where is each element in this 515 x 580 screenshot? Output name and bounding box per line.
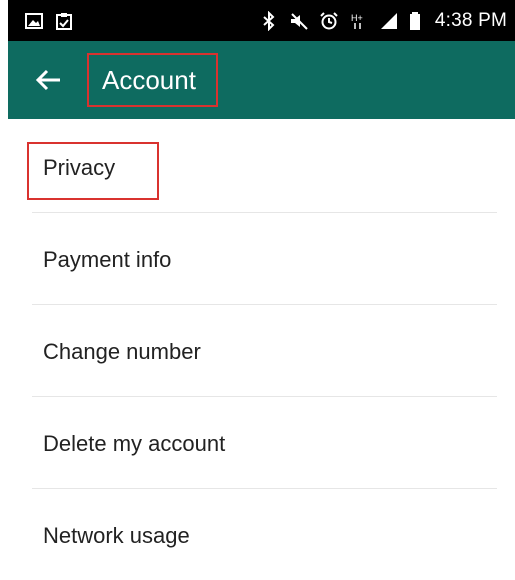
- menu-item-label: Change number: [43, 339, 201, 364]
- status-left-icons: [24, 11, 74, 31]
- h-plus-signal-icon: H+: [349, 11, 369, 31]
- svg-text:H+: H+: [351, 13, 363, 23]
- status-right-icons: H+ 4:38 PM: [259, 6, 507, 36]
- clipboard-icon: [54, 11, 74, 31]
- menu-item-label: Network usage: [43, 523, 190, 548]
- menu-item-label: Payment info: [43, 247, 172, 272]
- page-title: Account: [102, 65, 196, 95]
- mute-icon: [289, 11, 309, 31]
- battery-icon: [409, 11, 421, 31]
- image-icon: [24, 11, 44, 31]
- menu-item-network-usage[interactable]: Network usage: [32, 489, 497, 580]
- menu-item-label: Delete my account: [43, 431, 226, 456]
- menu-item-privacy[interactable]: Privacy: [32, 121, 497, 213]
- account-menu: Privacy Payment info Change number Delet…: [8, 121, 515, 580]
- menu-item-label: Privacy: [43, 155, 116, 180]
- arrow-left-icon[interactable]: [34, 68, 64, 92]
- app-bar: Account: [8, 41, 515, 119]
- status-time: 4:38 PM: [434, 10, 507, 31]
- signal-icon: [379, 11, 399, 31]
- menu-item-payment-info[interactable]: Payment info: [32, 213, 497, 305]
- alarm-icon: [319, 11, 339, 31]
- menu-item-delete-my-account[interactable]: Delete my account: [32, 397, 497, 489]
- status-bar: H+ 4:38 PM: [8, 0, 515, 41]
- bluetooth-icon: [259, 10, 279, 32]
- menu-item-change-number[interactable]: Change number: [32, 305, 497, 397]
